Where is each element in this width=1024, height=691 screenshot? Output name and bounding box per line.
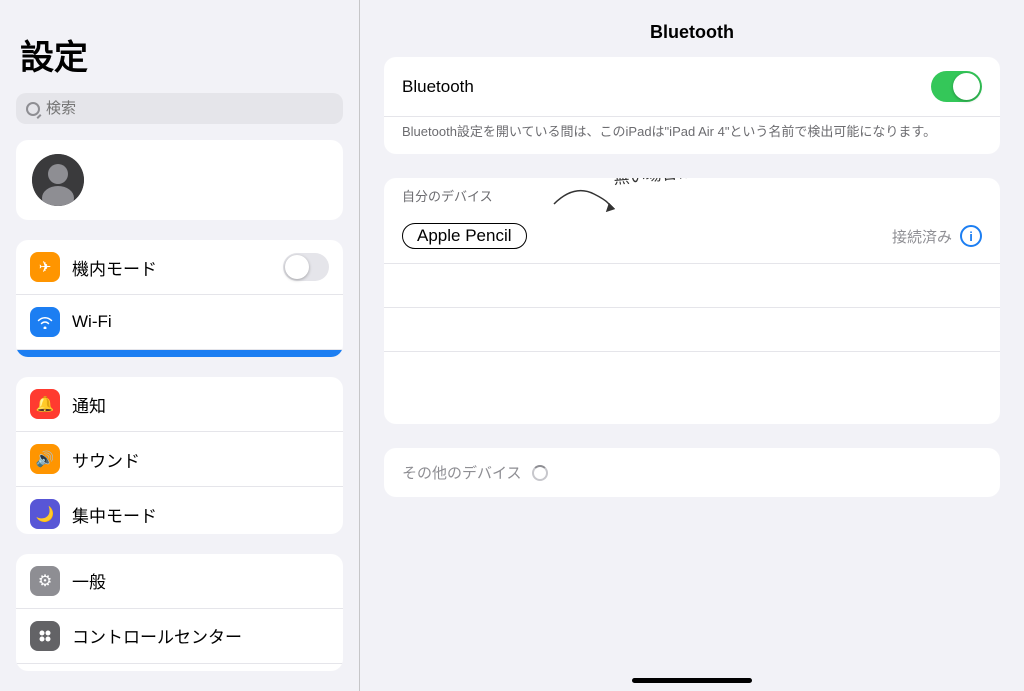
sidebar-item-bluetooth[interactable]: Bluetooth オン	[16, 350, 343, 357]
page-title: Bluetooth	[360, 0, 1024, 57]
search-bar[interactable]	[16, 93, 343, 124]
home-indicator	[632, 678, 752, 683]
wifi-label: Wi-Fi	[72, 312, 329, 332]
sidebar-item-focus[interactable]: 🌙 集中モード	[16, 487, 343, 534]
bluetooth-description: Bluetooth設定を開いている間は、このiPadは"iPad Air 4"と…	[384, 117, 1000, 154]
sound-icon: 🔊	[30, 444, 60, 474]
search-input[interactable]	[46, 100, 333, 117]
notification-icon: 🔔	[30, 389, 60, 419]
avatar	[32, 154, 84, 206]
sidebar-item-notification[interactable]: 🔔 通知	[16, 377, 343, 432]
wifi-icon	[30, 307, 60, 337]
airplane-icon: ✈	[30, 252, 60, 282]
settings-group-apps: 🔔 通知 🔊 サウンド 🌙 集中モード ⏳ スクリーンタイム	[16, 377, 343, 534]
sidebar-item-sound[interactable]: 🔊 サウンド	[16, 432, 343, 487]
other-devices-title: その他のデバイス	[402, 462, 522, 483]
bluetooth-toggle-label: Bluetooth	[402, 77, 931, 97]
sidebar-item-airplane[interactable]: ✈ 機内モード	[16, 240, 343, 295]
my-devices-title: 自分のデバイス	[384, 178, 1000, 209]
scanning-spinner	[532, 465, 548, 481]
apple-pencil-status: 接続済み i	[892, 225, 982, 247]
airplane-toggle[interactable]	[283, 253, 329, 281]
sidebar-item-wifi[interactable]: Wi-Fi	[16, 295, 343, 350]
bluetooth-card: Bluetooth Bluetooth設定を開いている間は、このiPadは"iP…	[384, 57, 1000, 154]
main-content: Bluetooth Bluetooth設定を開いている間は、このiPadは"iP…	[360, 57, 1024, 691]
apple-pencil-name: Apple Pencil	[402, 223, 527, 249]
my-devices-section: 自分のデバイス 無い場合はペアリングが切れている Apple Pencil	[384, 178, 1000, 424]
settings-group-system: ⚙ 一般 コントロールセンター AA 画面表示と明るさ	[16, 554, 343, 671]
focus-label: 集中モード	[72, 502, 329, 527]
control-center-label: コントロールセンター	[72, 623, 329, 648]
notification-label: 通知	[72, 392, 329, 417]
bluetooth-toggle-row: Bluetooth	[384, 57, 1000, 117]
apple-pencil-row[interactable]: 無い場合はペアリングが切れている Apple Pencil 接続済み i	[384, 209, 1000, 264]
empty-row-1	[384, 264, 1000, 308]
sidebar-item-display[interactable]: AA 画面表示と明るさ	[16, 664, 343, 671]
sidebar-title: 設定	[0, 20, 359, 93]
empty-row-2	[384, 308, 1000, 352]
other-devices-section: その他のデバイス	[384, 448, 1000, 497]
sidebar-item-control-center[interactable]: コントロールセンター	[16, 609, 343, 664]
bluetooth-toggle[interactable]	[931, 71, 982, 102]
settings-group-connectivity: ✈ 機内モード Wi-Fi Bluetooth オン	[16, 240, 343, 357]
main-panel: Bluetooth Bluetooth Bluetooth設定を開いている間は、…	[360, 0, 1024, 691]
apple-pencil-info-button[interactable]: i	[960, 225, 982, 247]
empty-device-rows	[384, 264, 1000, 424]
empty-row-3	[384, 352, 1000, 396]
sound-label: サウンド	[72, 447, 329, 472]
control-center-icon	[30, 621, 60, 651]
profile-card[interactable]	[16, 140, 343, 220]
connected-label: 接続済み	[892, 226, 952, 247]
general-icon: ⚙	[30, 566, 60, 596]
airplane-label: 機内モード	[72, 255, 271, 280]
general-label: 一般	[72, 568, 329, 593]
sidebar-item-general[interactable]: ⚙ 一般	[16, 554, 343, 609]
focus-icon: 🌙	[30, 499, 60, 529]
search-icon	[26, 102, 40, 116]
sidebar: 設定 ✈ 機内モード	[0, 0, 360, 691]
